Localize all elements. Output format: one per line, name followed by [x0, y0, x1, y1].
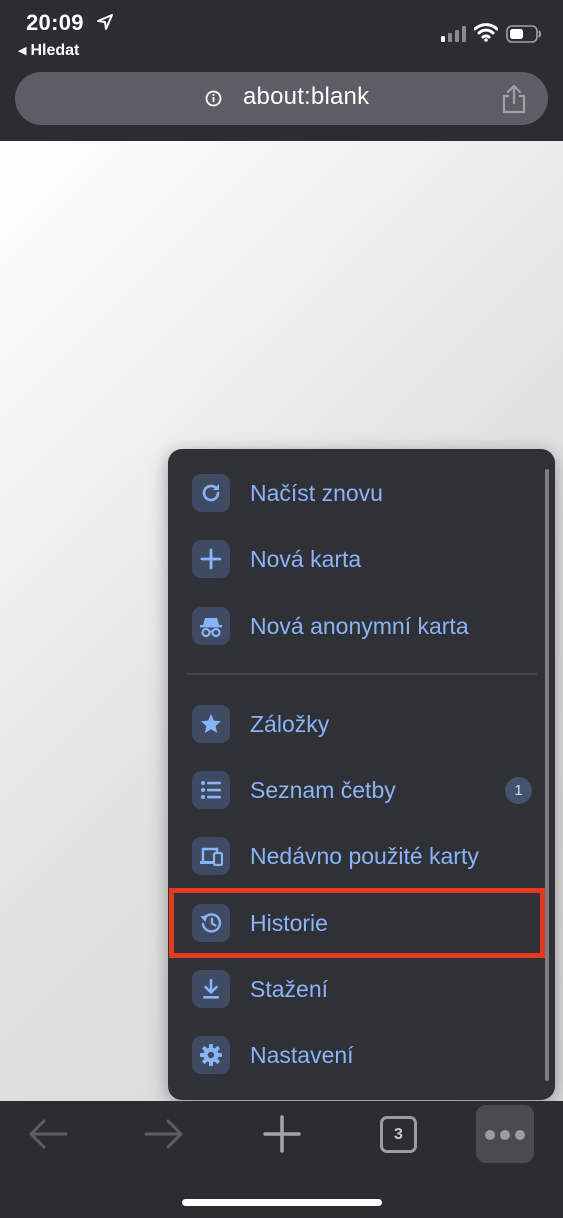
- menu-item-new-incognito-tab[interactable]: Nová anonymní karta: [168, 596, 538, 656]
- menu-item-label: Stažení: [250, 976, 328, 1002]
- top-bar: 20:09 ◀ Hledat about:blank: [0, 0, 563, 141]
- location-arrow-icon: [97, 14, 113, 30]
- menu-item-reload[interactable]: Načíst znovu: [168, 463, 538, 523]
- history-highlight-box: [169, 888, 545, 958]
- menu-item-label: Nedávno použité karty: [250, 843, 479, 869]
- more-menu-button[interactable]: [476, 1105, 534, 1163]
- battery-icon: [506, 25, 541, 43]
- forward-arrow-icon[interactable]: [142, 1116, 186, 1152]
- devices-icon: [192, 837, 230, 875]
- info-icon[interactable]: [205, 90, 222, 107]
- overflow-menu: Načíst znovu Nová karta Nová anonymní ka…: [168, 449, 555, 1100]
- menu-item-new-tab[interactable]: Nová karta: [168, 529, 538, 589]
- status-time: 20:09: [26, 10, 84, 35]
- gear-icon: [192, 1036, 230, 1074]
- menu-item-label: Seznam četby: [250, 777, 396, 803]
- bottom-toolbar: 3: [0, 1101, 563, 1218]
- plus-icon: [192, 540, 230, 578]
- menu-item-label: Načíst znovu: [250, 480, 383, 506]
- more-dot-icon: [515, 1130, 525, 1140]
- address-bar[interactable]: about:blank: [15, 72, 548, 125]
- back-app-label: Hledat: [30, 42, 80, 59]
- menu-item-settings[interactable]: Nastavení: [168, 1025, 538, 1085]
- url-text: about:blank: [243, 83, 370, 110]
- menu-item-downloads[interactable]: Stažení: [168, 959, 538, 1019]
- back-triangle-icon: ◀: [18, 45, 27, 57]
- menu-item-label: Nastavení: [250, 1042, 354, 1068]
- menu-item-reading-list[interactable]: Seznam četby 1: [168, 760, 538, 820]
- wifi-icon: [474, 23, 498, 42]
- share-icon[interactable]: [501, 84, 527, 114]
- menu-item-label: Nová anonymní karta: [250, 613, 469, 639]
- menu-item-bookmarks[interactable]: Záložky: [168, 694, 538, 754]
- download-icon: [192, 970, 230, 1008]
- reading-list-count-badge: 1: [505, 777, 532, 804]
- star-icon: [192, 705, 230, 743]
- tab-switcher-button[interactable]: 3: [380, 1116, 417, 1153]
- more-dot-icon: [485, 1130, 495, 1140]
- back-to-app-link[interactable]: ◀ Hledat: [18, 42, 79, 60]
- more-dot-icon: [500, 1130, 510, 1140]
- cellular-signal-icon: [441, 26, 466, 42]
- list-icon: [192, 771, 230, 809]
- menu-item-recent-tabs[interactable]: Nedávno použité karty: [168, 826, 538, 886]
- back-arrow-icon[interactable]: [26, 1116, 70, 1152]
- home-indicator[interactable]: [182, 1199, 382, 1206]
- menu-item-label: Nová karta: [250, 546, 362, 572]
- menu-divider: [187, 673, 537, 675]
- incognito-icon: [192, 607, 230, 645]
- new-tab-plus-icon[interactable]: [262, 1114, 302, 1154]
- menu-scrollbar[interactable]: [545, 469, 549, 1081]
- reload-icon: [192, 474, 230, 512]
- menu-item-label: Záložky: [250, 711, 330, 737]
